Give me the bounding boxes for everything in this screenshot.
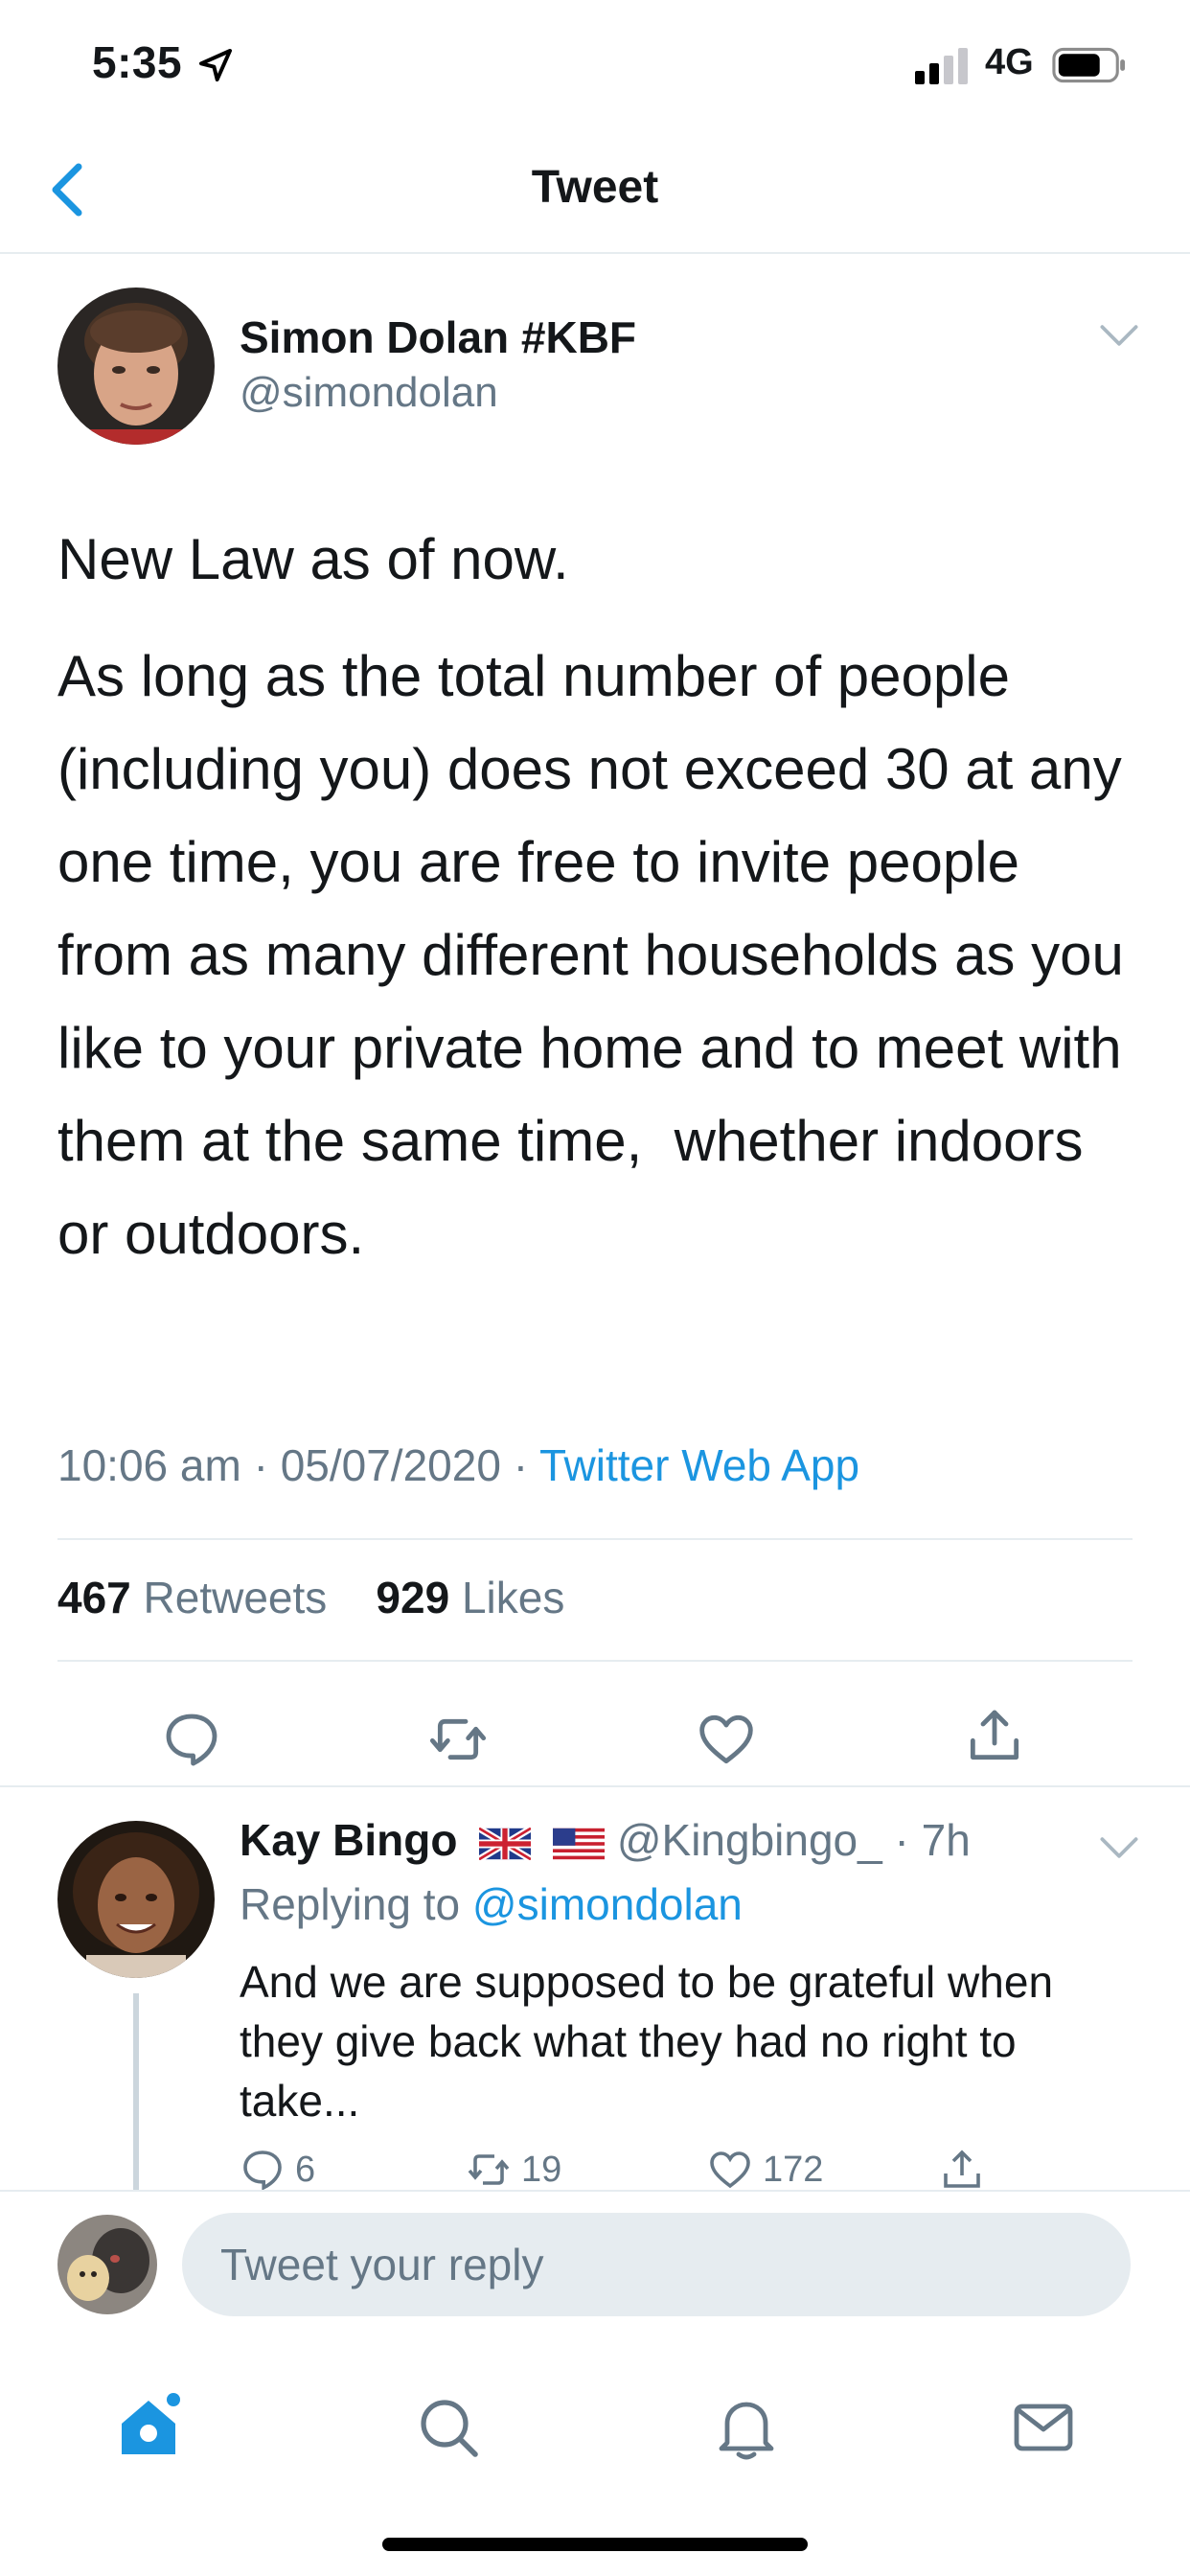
thread-line	[133, 1993, 139, 2190]
tweet-text: New Law as of now. As long as the total …	[57, 513, 1140, 1304]
reply-header: Kay Bingo @Kingbingo_ · 7h	[240, 1814, 971, 1866]
reply-icon	[243, 2150, 282, 2190]
retweet-count: 19	[521, 2149, 562, 2190]
reply-count: 6	[295, 2149, 316, 2190]
retweet-icon[interactable]	[427, 1709, 489, 1770]
replying-to: Replying to @simondolan	[240, 1878, 743, 1930]
tweet-stats: 467 Retweets 929 Likes	[57, 1572, 564, 1623]
messages-icon[interactable]	[1009, 2393, 1078, 2462]
reply-icon[interactable]	[161, 1709, 222, 1770]
search-icon[interactable]	[414, 2393, 483, 2462]
reply-time: 7h	[921, 1815, 971, 1865]
home-indicator	[382, 2538, 808, 2551]
reply-input[interactable]	[182, 2213, 1131, 2316]
reply-tweet[interactable]: Kay Bingo @Kingbingo_ · 7h Replying to @…	[0, 1787, 1190, 2190]
reply-author-handle[interactable]: @Kingbingo_	[617, 1815, 882, 1865]
author-name[interactable]: Simon Dolan #KBF	[240, 311, 636, 363]
status-bar: 5:35 4G	[0, 0, 1190, 125]
reply-author-avatar[interactable]	[57, 1821, 215, 1978]
cellular-signal-icon	[915, 48, 968, 84]
current-user-avatar[interactable]	[57, 2215, 157, 2314]
chevron-down-icon[interactable]	[1098, 321, 1140, 350]
location-arrow-icon	[199, 49, 232, 81]
page-title: Tweet	[531, 162, 659, 213]
chevron-down-icon[interactable]	[1098, 1833, 1140, 1862]
tweet-time: 10:06 am	[57, 1440, 241, 1490]
reply-composer	[0, 2190, 1190, 2334]
likes-stat[interactable]: 929 Likes	[376, 1573, 564, 1622]
like-count: 172	[763, 2149, 824, 2190]
home-icon[interactable]	[114, 2393, 183, 2462]
tweet-paragraph: New Law as of now.	[57, 527, 569, 591]
share-icon	[944, 2150, 980, 2188]
reply-actions: 6 19 172	[240, 2147, 1102, 2190]
divider	[57, 1660, 1133, 1662]
divider	[57, 1538, 1133, 1540]
tweet-paragraph: As long as the total number of people (i…	[57, 644, 1140, 1266]
replying-to-label: Replying to	[240, 1879, 461, 1929]
tweet-source-link[interactable]: Twitter Web App	[539, 1440, 859, 1490]
navigation-bar: Tweet	[0, 125, 1190, 254]
notifications-icon[interactable]	[712, 2393, 781, 2462]
uk-flag-icon	[479, 1827, 532, 1860]
like-heart-icon	[710, 2151, 750, 2189]
author-avatar[interactable]	[57, 288, 215, 445]
retweets-stat[interactable]: 467 Retweets	[57, 1573, 327, 1622]
tweet-date: 05/07/2020	[280, 1440, 501, 1490]
like-heart-icon[interactable]	[696, 1709, 757, 1770]
tweet-detail-screen: 5:35 4G Tweet Simon Dolan #KBF @simondol…	[0, 0, 1190, 2576]
tweet-metadata: 10:06 am · 05/07/2020 · Twitter Web App	[57, 1440, 860, 1490]
reply-share-action[interactable]	[939, 2147, 985, 2190]
status-time: 5:35	[92, 37, 183, 87]
reply-retweet-action[interactable]: 19	[466, 2147, 561, 2190]
tweet-actions	[0, 1691, 1190, 1787]
replying-to-mention[interactable]: @simondolan	[472, 1879, 743, 1929]
battery-icon	[1052, 47, 1126, 83]
reply-author-name[interactable]: Kay Bingo	[240, 1815, 457, 1865]
share-icon[interactable]	[964, 1705, 1025, 1766]
retweet-icon	[468, 2154, 510, 2185]
author-handle[interactable]: @simondolan	[240, 369, 498, 417]
reply-separator: ·	[881, 1815, 922, 1865]
reply-text: And we are supposed to be grateful when …	[240, 1957, 1054, 2126]
reply-like-action[interactable]: 172	[707, 2147, 823, 2190]
network-type: 4G	[985, 42, 1034, 82]
reply-reply-action[interactable]: 6	[240, 2147, 315, 2190]
us-flag-icon	[553, 1828, 606, 1860]
